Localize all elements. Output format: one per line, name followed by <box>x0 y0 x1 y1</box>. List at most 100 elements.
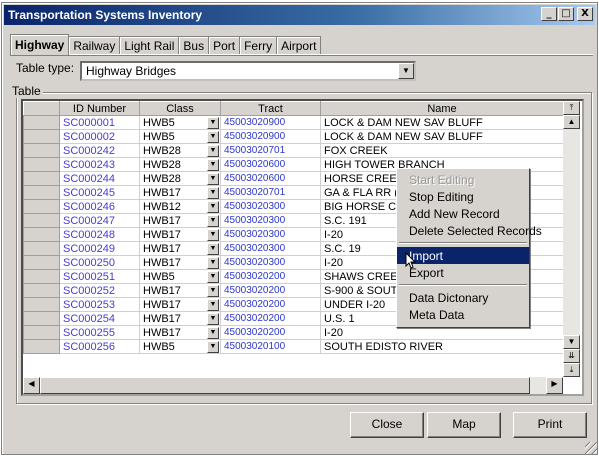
class-cell[interactable]: HWB28 ▼ <box>139 157 221 172</box>
resize-grip-icon[interactable] <box>585 442 597 454</box>
tract-cell[interactable]: 45003020600 <box>220 157 321 172</box>
scroll-bottom-icon[interactable]: ⤓ <box>563 363 580 377</box>
menu-item-data-dictionary[interactable]: Data Dictonary <box>397 289 529 306</box>
class-cell[interactable]: HWB12 ▼ <box>139 199 221 214</box>
class-cell[interactable]: HWB28 ▼ <box>139 143 221 158</box>
tract-cell[interactable]: 45003020200 <box>220 269 321 284</box>
tab-bus[interactable]: Bus <box>178 36 210 55</box>
id-number-cell[interactable]: SC000245 <box>59 185 140 200</box>
class-cell[interactable]: HWB17 ▼ <box>139 283 221 298</box>
column-header[interactable]: Class <box>139 101 221 116</box>
tract-cell[interactable]: 45003020300 <box>220 255 321 270</box>
scroll-right-icon[interactable]: ▶ <box>546 377 563 394</box>
row-selector[interactable] <box>23 297 60 312</box>
chevron-down-icon[interactable]: ▼ <box>207 215 219 227</box>
chevron-down-icon[interactable]: ▼ <box>207 117 219 129</box>
row-selector[interactable] <box>23 283 60 298</box>
chevron-down-icon[interactable]: ▼ <box>207 201 219 213</box>
id-number-cell[interactable]: SC000249 <box>59 241 140 256</box>
menu-item-meta-data[interactable]: Meta Data <box>397 306 529 323</box>
id-number-cell[interactable]: SC000244 <box>59 171 140 186</box>
class-cell[interactable]: HWB17 ▼ <box>139 325 221 340</box>
id-number-cell[interactable]: SC000242 <box>59 143 140 158</box>
id-number-cell[interactable]: SC000248 <box>59 227 140 242</box>
print-button[interactable]: Print <box>513 412 587 438</box>
chevron-down-icon[interactable]: ▼ <box>207 159 219 171</box>
class-cell[interactable]: HWB5 ▼ <box>139 129 221 144</box>
row-selector[interactable] <box>23 171 60 186</box>
tract-cell[interactable]: 45003020900 <box>220 129 321 144</box>
row-selector[interactable] <box>23 157 60 172</box>
title-bar[interactable]: Transportation Systems Inventory _ □ X <box>4 5 595 25</box>
class-cell[interactable]: HWB17 ▼ <box>139 213 221 228</box>
menu-item-add-new-record[interactable]: Add New Record <box>397 205 529 222</box>
menu-item-stop-editing[interactable]: Stop Editing <box>397 188 529 205</box>
row-selector[interactable] <box>23 241 60 256</box>
id-number-cell[interactable]: SC000001 <box>59 115 140 130</box>
tract-cell[interactable]: 45003020300 <box>220 241 321 256</box>
horizontal-scroll-thumb[interactable] <box>40 377 530 394</box>
class-cell[interactable]: HWB28 ▼ <box>139 171 221 186</box>
row-selector[interactable] <box>23 199 60 214</box>
tab-ferry[interactable]: Ferry <box>239 36 278 55</box>
tract-cell[interactable]: 45003020300 <box>220 213 321 228</box>
tract-cell[interactable]: 45003020200 <box>220 297 321 312</box>
tab-railway[interactable]: Railway <box>68 36 121 55</box>
table-row[interactable]: SC000002 HWB5 ▼ 45003020900 LOCK & DAM NEW S… <box>23 129 564 144</box>
id-number-cell[interactable]: SC000256 <box>59 339 140 354</box>
tract-cell[interactable]: 45003020701 <box>220 143 321 158</box>
chevron-down-icon[interactable]: ▼ <box>207 257 219 269</box>
table-row[interactable]: SC000001 HWB5 ▼ 45003020900 LOCK & DAM NEW S… <box>23 115 564 130</box>
row-selector[interactable] <box>23 325 60 340</box>
chevron-down-icon[interactable]: ▼ <box>207 285 219 297</box>
chevron-down-icon[interactable]: ▼ <box>207 173 219 185</box>
tract-cell[interactable]: 45003020900 <box>220 115 321 130</box>
class-cell[interactable]: HWB17 ▼ <box>139 185 221 200</box>
tab-highway[interactable]: Highway <box>10 34 70 55</box>
row-selector[interactable] <box>23 227 60 242</box>
class-cell[interactable]: HWB5 ▼ <box>139 339 221 354</box>
class-cell[interactable]: HWB5 ▼ <box>139 269 221 284</box>
id-number-cell[interactable]: SC000255 <box>59 325 140 340</box>
row-selector[interactable] <box>23 143 60 158</box>
minimize-button[interactable]: _ <box>541 7 557 21</box>
name-cell[interactable]: LOCK & DAM NEW SAV BLUFF <box>320 115 564 130</box>
chevron-down-icon[interactable]: ▼ <box>207 229 219 241</box>
table-type-select[interactable]: Highway Bridges ▼ <box>80 61 416 81</box>
tract-cell[interactable]: 45003020600 <box>220 171 321 186</box>
close-window-button[interactable]: X <box>577 7 593 21</box>
class-cell[interactable]: HWB17 ▼ <box>139 311 221 326</box>
row-selector[interactable] <box>23 129 60 144</box>
class-cell[interactable]: HWB17 ▼ <box>139 255 221 270</box>
row-selector[interactable] <box>23 269 60 284</box>
id-number-cell[interactable]: SC000250 <box>59 255 140 270</box>
chevron-down-icon[interactable]: ▼ <box>207 131 219 143</box>
chevron-down-icon[interactable]: ▼ <box>207 313 219 325</box>
id-number-cell[interactable]: SC000246 <box>59 199 140 214</box>
id-number-cell[interactable]: SC000254 <box>59 311 140 326</box>
chevron-down-icon[interactable]: ▼ <box>207 299 219 311</box>
table-row[interactable]: SC000242 HWB28 ▼ 45003020701 FOX CREEK <box>23 143 564 158</box>
id-number-cell[interactable]: SC000253 <box>59 297 140 312</box>
name-cell[interactable]: FOX CREEK <box>320 143 564 158</box>
class-cell[interactable]: HWB17 ▼ <box>139 297 221 312</box>
row-selector[interactable] <box>23 213 60 228</box>
row-selector[interactable] <box>23 185 60 200</box>
horizontal-scrollbar[interactable]: ◀ ▶ <box>23 377 563 394</box>
maximize-button[interactable]: □ <box>558 7 574 21</box>
tract-cell[interactable]: 45003020200 <box>220 283 321 298</box>
table-row[interactable]: SC000256 HWB5 ▼ 45003020100 SOUTH EDISTO RIV… <box>23 339 564 354</box>
tab-airport[interactable]: Airport <box>276 36 322 55</box>
column-header[interactable]: Tract <box>220 101 321 116</box>
chevron-down-icon[interactable]: ▼ <box>398 63 414 79</box>
tract-cell[interactable]: 45003020300 <box>220 199 321 214</box>
chevron-down-icon[interactable]: ▼ <box>207 341 219 353</box>
scroll-page-down-icon[interactable]: ⇊ <box>563 349 580 363</box>
row-selector[interactable] <box>23 115 60 130</box>
chevron-down-icon[interactable]: ▼ <box>207 187 219 199</box>
id-number-cell[interactable]: SC000247 <box>59 213 140 228</box>
row-selector[interactable] <box>23 311 60 326</box>
class-cell[interactable]: HWB5 ▼ <box>139 115 221 130</box>
column-header[interactable]: Name <box>320 101 564 116</box>
column-header[interactable]: ID Number <box>59 101 140 116</box>
